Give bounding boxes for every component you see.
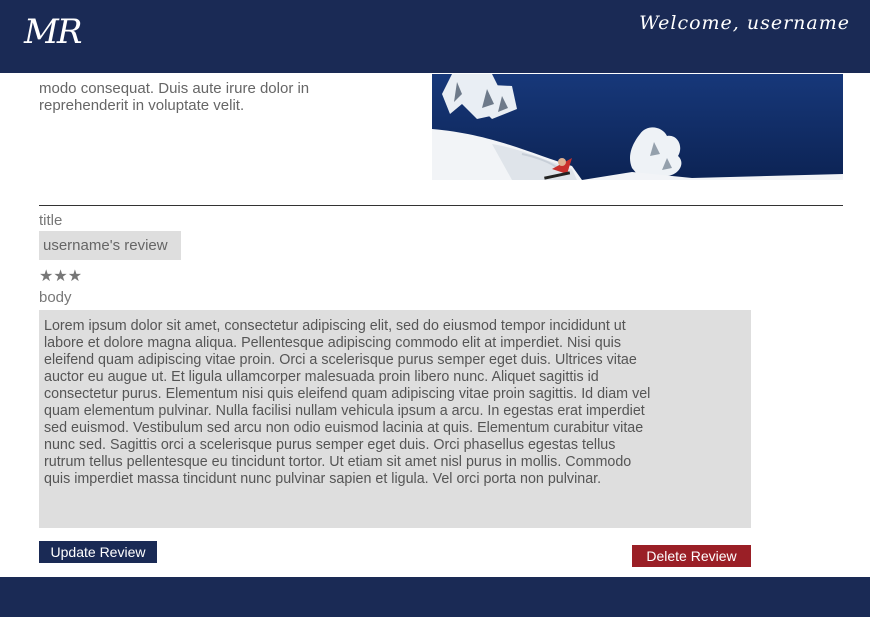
update-review-button[interactable]: Update Review [39,541,157,563]
skier-photo-illustration [432,74,843,180]
intro-paragraph: modo consequat. Duis aute irure dolor in… [39,80,310,114]
section-divider [39,205,843,206]
body-text[interactable]: Lorem ipsum dolor sit amet, consectetur … [44,318,659,488]
star-rating[interactable]: ★★★ [39,266,82,286]
top-header: MR Welcome, username [0,0,870,73]
welcome-message: Welcome, username [639,12,850,34]
delete-review-button[interactable]: Delete Review [632,545,751,567]
page-footer [0,577,870,617]
site-logo[interactable]: MR [24,12,82,52]
body-textarea[interactable]: Lorem ipsum dolor sit amet, consectetur … [39,310,751,528]
title-label: title [39,212,63,229]
body-label: body [39,289,72,306]
skier-photo [432,74,843,180]
title-input[interactable]: username's review [39,231,181,260]
